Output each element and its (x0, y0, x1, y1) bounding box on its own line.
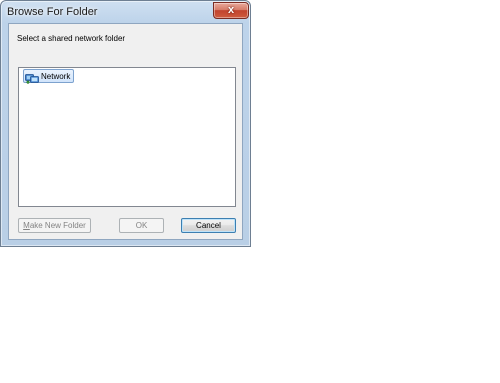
tree-item-network[interactable]: Network (23, 69, 75, 84)
make-new-folder-button[interactable]: Make New Folder (18, 218, 91, 233)
folder-tree[interactable]: Network (18, 67, 236, 207)
tree-item-label: Network (41, 71, 71, 81)
dialog-body: Select a shared network folder Network M… (8, 23, 243, 240)
cancel-button[interactable]: Cancel (181, 218, 236, 233)
close-button[interactable]: x (213, 2, 249, 19)
close-icon: x (227, 4, 235, 16)
browse-for-folder-dialog: Browse For Folder x Select a shared netw… (0, 0, 251, 247)
ok-button[interactable]: OK (119, 218, 164, 233)
dialog-description: Select a shared network folder (17, 34, 126, 43)
title-bar[interactable]: Browse For Folder x (1, 1, 250, 23)
window-title: Browse For Folder (7, 6, 98, 18)
network-icon (25, 71, 39, 84)
